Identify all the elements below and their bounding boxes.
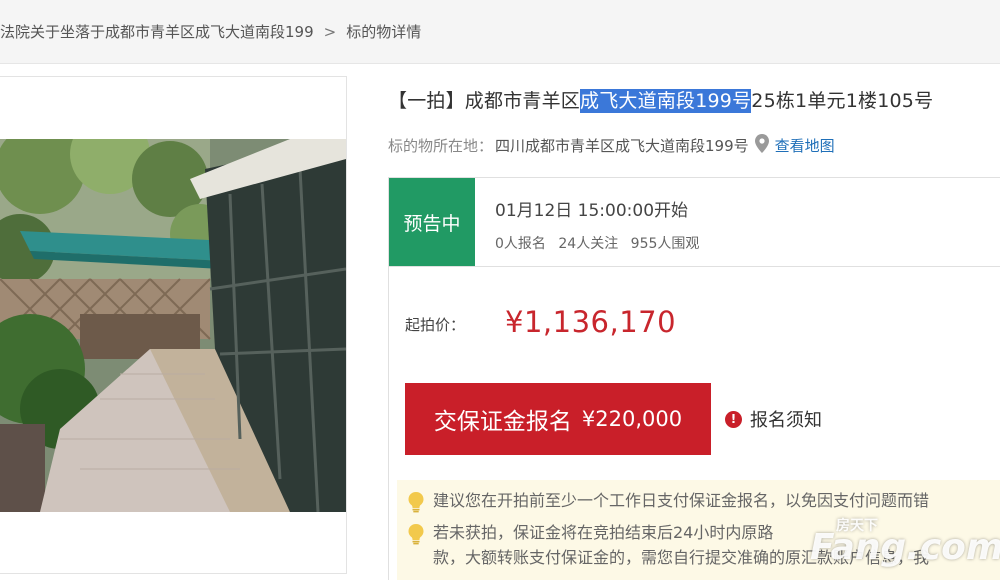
auction-start-time: 01月12日 15:00:00开始 xyxy=(495,201,689,221)
property-photo[interactable] xyxy=(0,139,346,512)
auction-stats: 0人报名 24人关注 955人围观 xyxy=(495,233,707,253)
patio-photo-illustration xyxy=(0,139,346,512)
viewer-count: 955人围观 xyxy=(630,236,700,252)
starting-price-label: 起拍价： xyxy=(405,316,466,334)
deposit-button-label: 交保证金报名 xyxy=(433,409,572,435)
registration-notice-label: 报名须知 xyxy=(750,410,822,431)
watermark-domain: Fang.com xyxy=(810,527,1000,568)
lightbulb-icon xyxy=(407,491,425,520)
deposit-amount: ¥220,000 xyxy=(581,407,683,431)
follower-count: 24人关注 xyxy=(558,236,619,252)
listing-title: 【一拍】成都市青羊区成飞大道南段199号25栋1单元1楼105号 xyxy=(388,86,933,113)
map-pin-icon xyxy=(754,134,769,157)
auction-status-panel: 预告中 01月12日 15:00:00开始 0人报名 24人关注 955人围观 xyxy=(388,177,1000,267)
breadcrumb: 法院关于坐落于成都市青羊区成飞大道南段199 > 标的物详情 xyxy=(0,0,1000,64)
lightbulb-icon xyxy=(407,523,425,552)
auction-detail-page: 法院关于坐落于成都市青羊区成飞大道南段199 > 标的物详情 【一拍】成都市青羊… xyxy=(0,0,1000,580)
registration-notice-link[interactable]: ! 报名须知 xyxy=(725,406,822,432)
breadcrumb-item-case[interactable]: 法院关于坐落于成都市青羊区成飞大道南段199 xyxy=(0,21,314,42)
alert-icon: ! xyxy=(725,410,742,428)
starting-price-value: ¥1,136,170 xyxy=(505,305,677,339)
status-badge: 预告中 xyxy=(389,178,475,266)
view-map-link[interactable]: 查看地图 xyxy=(775,135,835,156)
location-value: 四川成都市青羊区成飞大道南段199号 xyxy=(495,137,749,155)
title-highlight: 成飞大道南段199号 xyxy=(580,89,752,113)
title-prefix: 【一拍】成都市青羊区 xyxy=(388,90,581,112)
tip-line: 若未获拍，保证金将在竞拍结束后24小时内原路 xyxy=(433,523,774,542)
fang-watermark: 房天下 Fang.com xyxy=(808,505,1000,577)
breadcrumb-separator: > xyxy=(323,22,337,41)
title-suffix: 25栋1单元1楼105号 xyxy=(751,90,934,112)
location-label: 标的物所在地： xyxy=(388,137,494,155)
pay-deposit-register-button[interactable]: 交保证金报名 ¥220,000 xyxy=(405,383,711,455)
signup-count: 0人报名 xyxy=(495,236,546,252)
breadcrumb-item-current: 标的物详情 xyxy=(346,23,422,41)
location-row: 标的物所在地： 四川成都市青羊区成飞大道南段199号 查看地图 xyxy=(388,134,835,157)
